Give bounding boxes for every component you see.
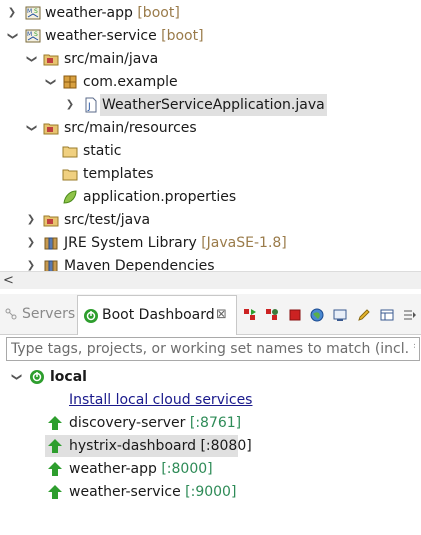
- svg-text:M: M: [27, 8, 32, 15]
- app-port: [:8000]: [161, 461, 213, 477]
- tree-item-label: WeatherServiceApplication.java: [100, 94, 327, 116]
- svg-text:S: S: [34, 8, 38, 15]
- library-icon: [44, 260, 58, 271]
- tree-item-label: com.example: [83, 74, 178, 90]
- filter-field[interactable]: [6, 337, 420, 361]
- stop-icon[interactable]: [288, 308, 302, 322]
- group-label: local: [50, 369, 87, 385]
- tree-item-decoration: [boot]: [161, 28, 204, 44]
- tree-item-label: weather-app: [45, 5, 133, 21]
- boot-dashboard-icon: [84, 309, 98, 323]
- open-browser-icon[interactable]: [310, 308, 324, 322]
- package-icon: [63, 75, 77, 89]
- install-local-cloud-services-row: Install local cloud services: [0, 389, 421, 411]
- app-row[interactable]: weather-service [:9000]: [0, 481, 421, 503]
- tree-item-label: JRE System Library: [64, 235, 197, 251]
- folder-icon: [62, 169, 78, 181]
- chevron-down-icon[interactable]: ❯: [5, 371, 27, 383]
- tree-item-weather-service[interactable]: ❯ M S weather-service [boot]: [0, 25, 421, 47]
- servers-icon: [5, 308, 17, 320]
- filter-input[interactable]: [7, 338, 419, 360]
- app-row[interactable]: discovery-server [:8761]: [0, 412, 421, 434]
- tree-item-decoration: [JavaSE-1.8]: [201, 235, 287, 251]
- app-port: [:8080]: [200, 438, 252, 454]
- tab-label: Boot Dashboard: [102, 307, 215, 323]
- chevron-down-icon[interactable]: ❯: [39, 76, 61, 88]
- tree-item-src-main-resources[interactable]: ❯ src/main/resources: [0, 117, 421, 139]
- tree-item-com-example[interactable]: ❯ com.example: [0, 71, 421, 93]
- start-icon[interactable]: [243, 308, 257, 322]
- folder-icon: [62, 146, 78, 158]
- close-tab-icon[interactable]: ⊠: [216, 304, 227, 326]
- app-running-icon: [48, 485, 62, 499]
- tree-item-label: src/main/java: [64, 51, 159, 67]
- app-name: weather-service: [69, 484, 181, 500]
- tree-item-src-test-java[interactable]: ❯ src/test/java: [0, 209, 421, 231]
- tree-item-application-properties[interactable]: application.properties: [0, 186, 421, 208]
- chevron-right-icon[interactable]: ❯: [25, 232, 37, 254]
- console-icon[interactable]: [333, 308, 347, 322]
- tree-item-decoration: [boot]: [137, 5, 180, 21]
- tree-item-src-main-java[interactable]: ❯ src/main/java: [0, 48, 421, 70]
- source-folder-icon: [43, 54, 59, 66]
- expand-icon[interactable]: [403, 308, 417, 322]
- tree-item-label: src/test/java: [64, 212, 151, 228]
- tree-item-static[interactable]: static: [0, 140, 421, 162]
- boot-project-icon: M S: [25, 29, 41, 43]
- tree-item-label: Maven Dependencies: [64, 258, 215, 271]
- tree-item-label: templates: [83, 166, 154, 182]
- app-port: [:9000]: [185, 484, 237, 500]
- chevron-right-icon[interactable]: ❯: [6, 2, 18, 24]
- svg-text:J: J: [87, 102, 91, 112]
- spring-leaf-icon: [63, 190, 77, 204]
- edit-icon[interactable]: [357, 308, 371, 322]
- tree-item-label: src/main/resources: [64, 120, 197, 136]
- chevron-right-icon[interactable]: ❯: [64, 94, 76, 116]
- app-port: [:8761]: [189, 415, 242, 431]
- tree-item-label: application.properties: [83, 189, 237, 205]
- app-row[interactable]: weather-app [:8000]: [0, 458, 421, 480]
- scroll-left-button[interactable]: <: [3, 272, 14, 289]
- tree-item-weather-service-application[interactable]: ❯ J WeatherServiceApplication.java: [62, 94, 327, 116]
- chevron-down-icon[interactable]: ❯: [20, 122, 42, 134]
- tree-item-weather-app[interactable]: ❯ M S weather-app [boot]: [0, 2, 421, 24]
- tree-item-label: weather-service: [45, 28, 157, 44]
- library-icon: [44, 237, 58, 250]
- tree-item-label: static: [83, 143, 122, 159]
- app-running-icon: [48, 462, 62, 476]
- svg-text:M: M: [27, 31, 32, 38]
- chevron-right-icon[interactable]: ❯: [25, 209, 37, 231]
- app-name: discovery-server: [69, 415, 186, 431]
- svg-text:S: S: [34, 31, 38, 38]
- horizontal-scrollbar[interactable]: <: [0, 271, 421, 289]
- app-row-selected[interactable]: hystrix-dashboard [:8080]: [45, 435, 252, 457]
- properties-icon[interactable]: [380, 308, 394, 322]
- tree-item-templates[interactable]: templates: [0, 163, 421, 185]
- chevron-down-icon[interactable]: ❯: [1, 30, 23, 42]
- source-folder-icon: [43, 123, 59, 135]
- view-tab-bar: Servers Boot Dashboard ⊠: [0, 294, 421, 335]
- boot-project-icon: M S: [25, 6, 41, 20]
- install-local-cloud-services-link[interactable]: Install local cloud services: [69, 389, 252, 411]
- app-name: weather-app: [69, 461, 157, 477]
- app-running-icon: [48, 416, 62, 430]
- app-running-icon: [48, 439, 62, 453]
- boot-local-icon: [30, 370, 44, 384]
- chevron-down-icon[interactable]: ❯: [20, 53, 42, 65]
- source-folder-icon: [43, 215, 59, 227]
- chevron-right-icon[interactable]: ❯: [25, 255, 37, 271]
- tab-boot-dashboard[interactable]: Boot Dashboard ⊠: [77, 295, 237, 335]
- app-name: hystrix-dashboard: [69, 438, 196, 454]
- tree-item-maven-dependencies[interactable]: ❯ Maven Dependencies: [0, 255, 421, 271]
- dashboard-group-local[interactable]: ❯ local: [0, 366, 421, 388]
- java-file-icon: J: [85, 97, 97, 113]
- tree-item-jre-system-library[interactable]: ❯ JRE System Library [JavaSE-1.8]: [0, 232, 421, 254]
- debug-icon[interactable]: [265, 308, 279, 322]
- tab-label: Servers: [22, 306, 76, 322]
